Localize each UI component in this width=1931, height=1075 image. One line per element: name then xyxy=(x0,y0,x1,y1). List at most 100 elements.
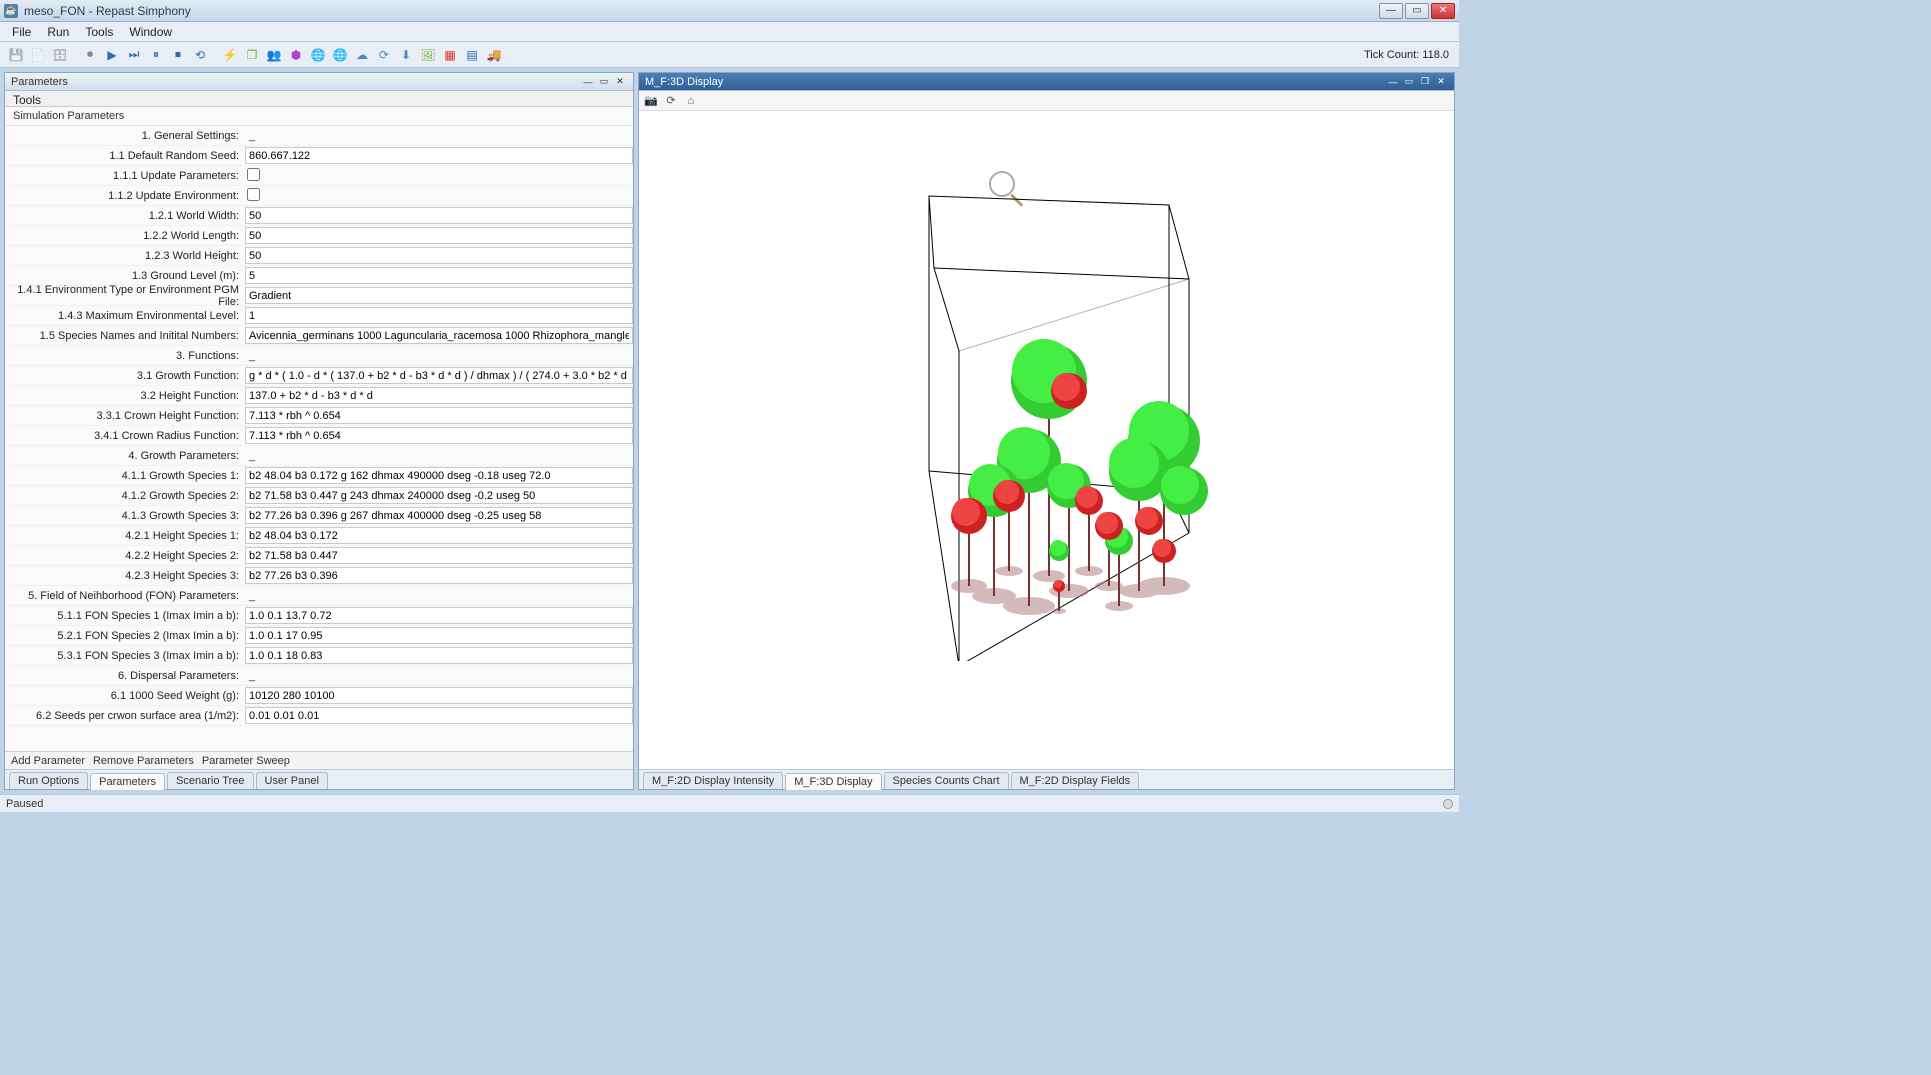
display-minimize-icon[interactable]: — xyxy=(1386,75,1400,89)
tool-icon-8[interactable]: ⟳ xyxy=(374,45,394,65)
3d-viewport[interactable] xyxy=(639,111,1454,769)
menu-file[interactable]: File xyxy=(4,23,39,41)
tool-icon-2[interactable]: ❐ xyxy=(242,45,262,65)
param-input[interactable] xyxy=(245,327,633,344)
param-row: 4.2.2 Height Species 2: xyxy=(5,546,633,566)
param-row: 3. Functions:_ xyxy=(5,346,633,366)
parameter-actions-bar: Add Parameter Remove Parameters Paramete… xyxy=(5,751,633,769)
tab-2d-fields[interactable]: M_F:2D Display Fields xyxy=(1011,772,1140,789)
tool-icon-9[interactable]: ⬇ xyxy=(396,45,416,65)
param-input[interactable] xyxy=(245,467,633,484)
param-input[interactable] xyxy=(245,507,633,524)
param-input[interactable] xyxy=(245,247,633,264)
tab-scenario-tree[interactable]: Scenario Tree xyxy=(167,772,253,789)
param-label: 4.2.1 Height Species 1: xyxy=(5,530,245,542)
stop-button[interactable]: ⏹ xyxy=(168,45,188,65)
param-label: 6. Dispersal Parameters: xyxy=(5,670,245,682)
tab-species-counts[interactable]: Species Counts Chart xyxy=(884,772,1009,789)
param-checkbox[interactable] xyxy=(247,188,260,201)
param-label: 1.2.2 World Length: xyxy=(5,230,245,242)
param-input[interactable] xyxy=(245,527,633,544)
play-button[interactable]: ▶ xyxy=(102,45,122,65)
param-label: 4.2.2 Height Species 2: xyxy=(5,550,245,562)
parameters-scroll-area[interactable]: Simulation Parameters 1. General Setting… xyxy=(5,107,633,751)
param-row: 1.5 Species Names and Initital Numbers: xyxy=(5,326,633,346)
menu-window[interactable]: Window xyxy=(121,23,180,41)
param-label: 1.1 Default Random Seed: xyxy=(5,150,245,162)
menu-tools[interactable]: Tools xyxy=(77,23,121,41)
reset-button[interactable]: ⟲ xyxy=(190,45,210,65)
panel-close-icon[interactable]: ✕ xyxy=(613,75,627,89)
param-label: 1.1.2 Update Environment: xyxy=(5,190,245,202)
display-maximize-icon[interactable]: ▭ xyxy=(1402,75,1416,89)
param-label: 1.3 Ground Level (m): xyxy=(5,270,245,282)
init-button[interactable]: ⏺ xyxy=(80,45,100,65)
step-button[interactable]: ⏭ xyxy=(124,45,144,65)
home-icon[interactable]: ⌂ xyxy=(683,93,699,109)
param-checkbox[interactable] xyxy=(247,168,260,181)
menu-run[interactable]: Run xyxy=(39,23,77,41)
tool-icon-5[interactable]: 🌐 xyxy=(308,45,328,65)
tab-user-panel[interactable]: User Panel xyxy=(256,772,328,789)
tool-icon-12[interactable]: ▤ xyxy=(462,45,482,65)
tool-icon-13[interactable]: 🚚 xyxy=(484,45,504,65)
param-static-value: _ xyxy=(245,670,633,682)
panel-maximize-icon[interactable]: ▭ xyxy=(597,75,611,89)
camera-icon[interactable]: 📷 xyxy=(643,93,659,109)
tool-icon-10[interactable]: 🖼 xyxy=(418,45,438,65)
param-input[interactable] xyxy=(245,547,633,564)
tab-parameters[interactable]: Parameters xyxy=(90,773,165,790)
tool-icon-6[interactable]: 🌐 xyxy=(330,45,350,65)
tab-3d-display[interactable]: M_F:3D Display xyxy=(785,773,881,790)
param-input[interactable] xyxy=(245,287,633,304)
param-input[interactable] xyxy=(245,427,633,444)
param-input[interactable] xyxy=(245,367,633,384)
minimize-button[interactable]: — xyxy=(1379,3,1403,19)
tool-icon-1[interactable]: ⚡ xyxy=(220,45,240,65)
save-icon: 💾 xyxy=(6,45,26,65)
param-input[interactable] xyxy=(245,207,633,224)
tools-header[interactable]: Tools xyxy=(5,91,633,107)
param-input[interactable] xyxy=(245,227,633,244)
param-label: 5. Field of Neihborhood (FON) Parameters… xyxy=(5,590,245,602)
param-label: 3.4.1 Crown Radius Function: xyxy=(5,430,245,442)
display-close-icon[interactable]: ✕ xyxy=(1434,75,1448,89)
param-input[interactable] xyxy=(245,487,633,504)
param-input[interactable] xyxy=(245,387,633,404)
param-input[interactable] xyxy=(245,707,633,724)
display-restore-icon[interactable]: ❐ xyxy=(1418,75,1432,89)
close-button[interactable]: ✕ xyxy=(1431,3,1455,19)
tool-icon-11[interactable]: ▦ xyxy=(440,45,460,65)
tick-count-label: Tick Count: 118.0 xyxy=(1364,49,1453,61)
remove-parameters-link[interactable]: Remove Parameters xyxy=(93,755,194,767)
tool-icon-7[interactable]: ☁ xyxy=(352,45,372,65)
tool-icon-3[interactable]: 👥 xyxy=(264,45,284,65)
param-row: 6. Dispersal Parameters:_ xyxy=(5,666,633,686)
parameter-sweep-link[interactable]: Parameter Sweep xyxy=(202,755,290,767)
db-icon: 🗄 xyxy=(50,45,70,65)
refresh-icon[interactable]: ⟳ xyxy=(663,93,679,109)
display-panel-title: M_F:3D Display xyxy=(645,76,723,88)
param-input[interactable] xyxy=(245,147,633,164)
param-input[interactable] xyxy=(245,267,633,284)
pause-button[interactable]: ⏸ xyxy=(146,45,166,65)
restore-button[interactable]: ▭ xyxy=(1405,3,1429,19)
tool-icon-4[interactable]: ⬢ xyxy=(286,45,306,65)
param-input[interactable] xyxy=(245,407,633,424)
add-parameter-link[interactable]: Add Parameter xyxy=(11,755,85,767)
param-input[interactable] xyxy=(245,647,633,664)
param-input[interactable] xyxy=(245,607,633,624)
param-label: 6.2 Seeds per crwon surface area (1/m2): xyxy=(5,710,245,722)
param-static-value: _ xyxy=(245,130,633,142)
param-label: 5.1.1 FON Species 1 (Imax Imin a b): xyxy=(5,610,245,622)
tab-run-options[interactable]: Run Options xyxy=(9,772,88,789)
param-input[interactable] xyxy=(245,307,633,324)
param-input[interactable] xyxy=(245,687,633,704)
window-titlebar: ☕ meso_FON - Repast Simphony — ▭ ✕ xyxy=(0,0,1459,22)
param-input[interactable] xyxy=(245,627,633,644)
tab-2d-intensity[interactable]: M_F:2D Display Intensity xyxy=(643,772,783,789)
panel-minimize-icon[interactable]: — xyxy=(581,75,595,89)
param-label: 1.5 Species Names and Initital Numbers: xyxy=(5,330,245,342)
param-row: 6.2 Seeds per crwon surface area (1/m2): xyxy=(5,706,633,726)
param-input[interactable] xyxy=(245,567,633,584)
